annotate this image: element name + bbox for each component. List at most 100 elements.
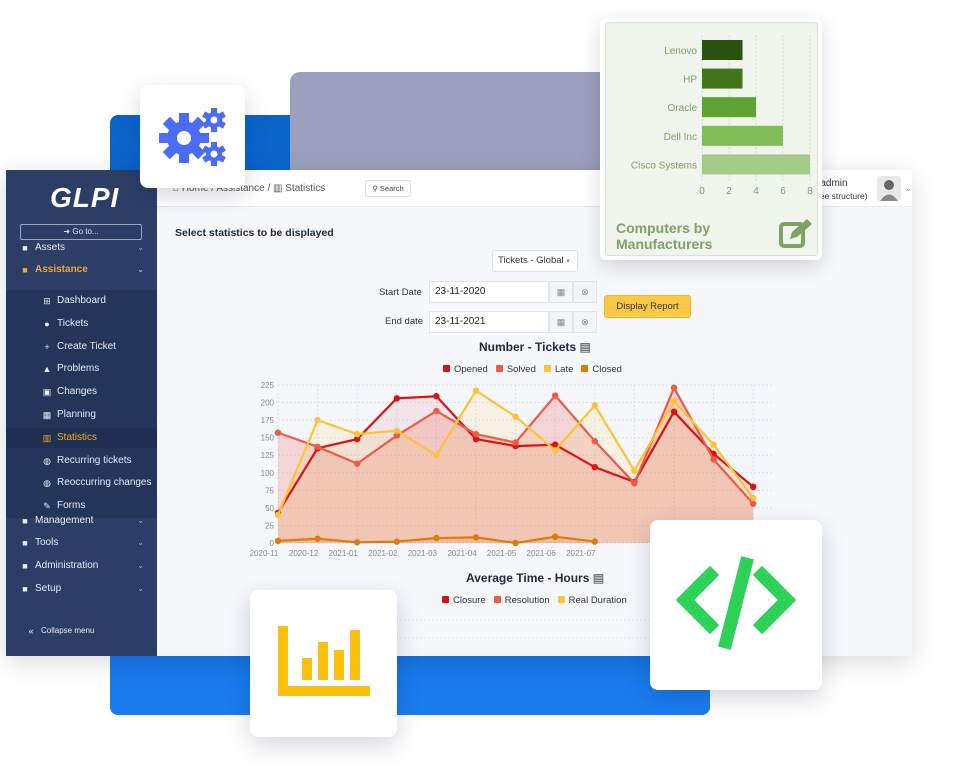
sidebar-item-administration[interactable]: ■ Administration ⌄ [20,557,144,575]
display-report-button[interactable]: Display Report [604,295,691,318]
point-opened[interactable] [393,395,400,402]
glpi-logo: GLPI [50,182,120,213]
legend-item[interactable]: Opened [443,364,488,375]
point-solved[interactable] [710,456,717,463]
start-date-input[interactable]: 23-11-2020 [429,281,549,303]
sidebar-subitem-planning[interactable]: ▦ Planning [42,406,166,424]
user-menu[interactable]: -admin ree structure) [817,178,868,202]
point-late[interactable] [433,452,440,459]
point-late[interactable] [274,511,282,519]
edit-icon[interactable] [778,217,814,251]
collapse-menu-button[interactable]: « Collapse menu [26,622,150,640]
end-date-input[interactable]: 23-11-2021 [429,311,549,333]
sidebar-subitem-recurring-tickets[interactable]: ◍ Recurring tickets [42,452,166,470]
point-opened[interactable] [750,483,757,491]
y-tick-label: 150 [261,434,275,443]
point-solved[interactable] [591,437,598,445]
point-closed[interactable] [552,533,559,540]
point-solved[interactable] [354,460,361,467]
sidebar-item-label: Tickets [57,317,89,329]
bar-oracle[interactable] [702,97,756,118]
clear-icon[interactable]: ⊗ [573,281,597,303]
point-solved[interactable] [472,430,480,438]
point-closed[interactable] [591,538,598,545]
point-late[interactable] [710,441,717,448]
point-closed[interactable] [354,539,361,546]
chevron-down-icon[interactable]: ⌄ [905,184,912,193]
computers-by-manufacturers-widget[interactable]: 0 2 4 6 8 Lenovo HP Oracle Dell Inc Cisco Systems… [600,18,822,260]
y-tick-label: 0 [270,539,275,548]
point-solved[interactable] [314,443,321,450]
point-closed[interactable] [472,534,480,541]
headset-icon: ■ [22,265,28,275]
sidebar-subitem-create-ticket[interactable]: + Create Ticket [42,338,166,356]
point-late[interactable] [750,494,757,502]
end-date-label: End date [385,316,424,327]
sidebar-subitem-changes[interactable]: ▣ Changes [42,383,166,401]
point-solved[interactable] [512,439,519,446]
point-closed[interactable] [314,535,321,542]
point-late[interactable] [631,467,638,474]
legend-item[interactable]: Closed [581,364,622,375]
bar-cisco-systems[interactable] [702,154,810,175]
category-label: Oracle [668,103,698,114]
point-solved[interactable] [670,384,678,392]
sidebar-subitem-tickets[interactable]: ● Tickets [42,315,166,333]
point-opened[interactable] [591,463,598,471]
breadcrumb-statistics[interactable]: Statistics [285,183,325,194]
point-solved[interactable] [433,407,440,415]
goto-button[interactable]: ➜ Go to... [20,224,142,240]
sidebar-subitem-dashboard[interactable]: ⊞ Dashboard [42,292,166,310]
point-solved[interactable] [631,480,638,487]
point-closed[interactable] [274,537,282,545]
legend-item[interactable]: Real Duration [557,595,627,606]
point-solved[interactable] [274,429,282,436]
search-button[interactable]: ⚲ Search [365,180,411,197]
sidebar-item-setup[interactable]: ■ Setup ⌄ [20,580,144,598]
point-opened[interactable] [433,393,440,400]
statistics-type-select[interactable]: Tickets - Global ▾ [492,250,578,272]
sidebar-subitem-forms[interactable]: ✎ Forms [42,497,166,515]
point-late[interactable] [393,427,400,434]
sidebar-item-assistance[interactable]: ■ Assistance ⌄ [20,261,144,279]
point-late[interactable] [472,387,480,394]
x-tick-label: 2021-06 [527,549,557,558]
legend-item[interactable]: Resolution [493,595,550,606]
point-late[interactable] [354,430,361,438]
point-late[interactable] [591,402,598,409]
point-late[interactable] [552,447,559,454]
sidebar-subitem-statistics[interactable]: ▥ Statistics [42,429,166,447]
point-late[interactable] [670,397,678,405]
legend-item[interactable]: Solved [495,364,536,375]
sidebar-item-label: Dashboard [57,295,106,306]
point-closed[interactable] [512,539,519,547]
point-closed[interactable] [433,534,440,542]
calendar-icon[interactable]: ▦ [549,311,573,333]
point-closed[interactable] [393,538,400,545]
legend-item[interactable]: Late [543,364,573,375]
point-late[interactable] [512,413,519,420]
sidebar-subitem-reoccurring-changes[interactable]: ◍ Reoccurring changes [42,474,166,492]
sidebar-item-label: Problems [57,363,100,375]
bar-dell-inc[interactable] [702,125,783,146]
clear-icon[interactable]: ⊗ [573,311,597,333]
sidebar-item-tools[interactable]: ■ Tools ⌄ [20,534,144,552]
point-opened[interactable] [670,408,678,415]
bar-hp[interactable] [702,68,743,89]
avatar[interactable] [877,176,901,201]
bar-lenovo[interactable] [702,40,743,60]
chevron-down-icon: ⌄ [137,538,144,547]
calendar-icon[interactable]: ▦ [549,281,573,303]
point-solved[interactable] [552,392,559,399]
x-tick-label: 2 [726,186,732,197]
legend-item[interactable]: Closure [442,595,486,606]
legend-label: Closed [592,364,622,375]
sidebar-item-label: Tools [35,537,59,548]
file-export-icon[interactable]: ▤ [593,571,604,585]
chart-title-tickets: Number - Tickets ▤ [479,340,591,354]
point-solved[interactable] [750,500,757,507]
sidebar-item-assets[interactable]: ■ Assets ⌄ [20,239,144,257]
sidebar-subitem-problems[interactable]: ▲ Problems [42,360,166,378]
file-export-icon[interactable]: ▤ [580,340,591,354]
point-late[interactable] [314,416,321,424]
